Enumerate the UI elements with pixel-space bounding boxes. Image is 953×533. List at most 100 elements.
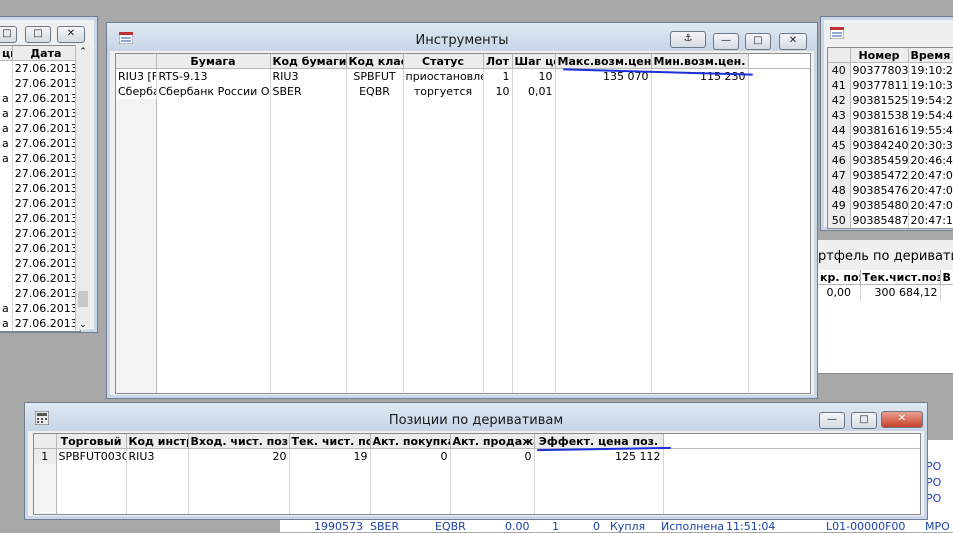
row-number: 43 — [828, 108, 851, 123]
table-row[interactable]: 27.06.2013 — [0, 211, 80, 226]
row-number: 49 — [828, 198, 851, 213]
cell-class: SPBFUT — [346, 68, 404, 84]
cell-buy: 0 — [370, 448, 451, 464]
col-time[interactable]: Время — [908, 48, 953, 63]
scroll-up-icon[interactable]: ⌃ — [76, 45, 90, 59]
left-cell-date: 27.06.2013 — [12, 196, 80, 211]
close-button[interactable]: ✕ — [881, 411, 923, 428]
table-row[interactable]: 42 90381525 19:54:2 — [828, 93, 953, 108]
portfolio-grid: кр. поз Тек.чист.поз В 0,00 300 684,12 — [818, 270, 953, 373]
cell-order-time: 20:47:0 — [908, 183, 953, 198]
table-row[interactable]: 0,00 300 684,12 — [818, 284, 953, 300]
col-status[interactable]: Статус — [403, 54, 484, 69]
col-max-price[interactable]: Макс.возм.цен. — [555, 54, 652, 69]
maximize-button[interactable]: □ — [851, 412, 877, 429]
anchor-button[interactable]: ⚓ — [670, 31, 706, 48]
table-row[interactable]: 43 90381538 19:54:4 — [828, 108, 953, 123]
orders-window: Номер Время 40 90377803 19:10:2 41 90377811 1… — [820, 16, 953, 231]
table-row[interactable]: 45 90384240 20:30:3 — [828, 138, 953, 153]
col-paper-code[interactable]: Код бумаги — [270, 54, 347, 69]
cell-lot: 1 — [483, 68, 513, 84]
table-row[interactable]: 27.06.2013 — [0, 76, 80, 91]
left-cell-partial — [0, 211, 13, 226]
cell-order-time: 19:54:2 — [908, 93, 953, 108]
col-active-buy[interactable]: Акт. покупка — [370, 434, 451, 449]
table-row[interactable]: Сбербан Сбербанк России ОА SBER EQBR тор… — [116, 84, 810, 99]
col-entry-net-pos[interactable]: Вход. чист. поз. — [188, 434, 290, 449]
table-row[interactable]: 46 90385459 20:46:4 — [828, 153, 953, 168]
col-instrument-code[interactable]: Код инстр — [126, 434, 189, 449]
left-cell-date: 27.06.2013 — [12, 91, 80, 106]
table-row[interactable]: 49 90385480 20:47:0 — [828, 198, 953, 213]
cell-first: RIU3 [F] — [116, 68, 157, 84]
table-row[interactable]: 27.06.2013 — [0, 271, 80, 286]
table-row[interactable]: а 27.06.2013 — [0, 91, 80, 106]
table-row[interactable]: а 27.06.2013 — [0, 106, 80, 121]
col-active-sell[interactable]: Акт. продажа — [450, 434, 535, 449]
cell-max — [555, 84, 652, 99]
col-portfolio-b[interactable]: Тек.чист.поз — [860, 270, 941, 285]
table-row[interactable]: 40 90377803 19:10:2 — [828, 62, 953, 78]
table-row[interactable]: 27.06.2013 — [0, 196, 80, 211]
table-row[interactable]: 27.06.2013 — [0, 286, 80, 301]
col-class-code[interactable]: Код клас — [346, 54, 404, 69]
cell-order-time: 19:55:4 — [908, 123, 953, 138]
restore-button-left[interactable]: □ — [0, 26, 17, 43]
table-row[interactable]: 50 90385487 20:47:1 — [828, 213, 953, 228]
table-row[interactable]: а 27.06.2013 — [0, 136, 80, 151]
col-portfolio-c[interactable]: В — [940, 270, 953, 285]
table-row[interactable]: а 27.06.2013 — [0, 151, 80, 166]
left-col-partial[interactable]: ци — [0, 46, 13, 61]
positions-titlebar[interactable]: Позиции по деривативам — □ ✕ — [25, 403, 927, 431]
minimize-button[interactable]: — — [713, 33, 739, 50]
table-row[interactable]: а 27.06.2013 — [0, 316, 80, 331]
col-number[interactable]: Номер — [850, 48, 909, 63]
scroll-down-icon[interactable]: ⌄ — [76, 320, 90, 330]
table-row[interactable]: а 27.06.2013 — [0, 301, 80, 316]
minimize-button[interactable]: — — [819, 412, 845, 429]
table-row[interactable]: 48 90385476 20:47:0 — [828, 183, 953, 198]
orders-grid: Номер Время 40 90377803 19:10:2 41 90377811 1… — [827, 47, 953, 229]
table-row[interactable]: 47 90385472 20:47:0 — [828, 168, 953, 183]
table-row[interactable]: 27.06.2013 — [0, 60, 80, 76]
left-cell-partial — [0, 181, 13, 196]
cell-order-number: 90381616 — [850, 123, 909, 138]
table-row[interactable]: 27.06.2013 — [0, 181, 80, 196]
col-portfolio-a[interactable]: кр. поз — [818, 270, 861, 285]
table-row[interactable]: 44 90381616 19:55:4 — [828, 123, 953, 138]
table-row[interactable]: RIU3 [F] RTS-9.13 RIU3 SPBFUT приостанов… — [116, 68, 810, 84]
left-scrollbar[interactable]: ⌃ ⌄ — [75, 45, 90, 330]
cell-min — [651, 84, 749, 99]
cell-order-number: 90381538 — [850, 108, 909, 123]
table-row[interactable]: 1 SPBFUT003C RIU3 20 19 0 0 125 112 — [34, 448, 920, 464]
scroll-thumb[interactable] — [78, 291, 88, 307]
col-trading-account[interactable]: Торговый — [56, 434, 127, 449]
table-row[interactable]: 27.06.2013 — [0, 166, 80, 181]
cell-order-time: 20:47:0 — [908, 168, 953, 183]
left-cell-date: 27.06.2013 — [12, 181, 80, 196]
instruments-titlebar[interactable]: Инструменты ⚓ — □ ✕ — [107, 23, 817, 51]
left-cell-date: 27.06.2013 — [12, 136, 80, 151]
close-button-left[interactable]: ✕ — [57, 26, 85, 43]
col-current-net-pos[interactable]: Тек. чист. по — [289, 434, 371, 449]
maximize-button[interactable]: □ — [745, 33, 771, 50]
col-lot[interactable]: Лот — [483, 54, 513, 69]
col-min-price[interactable]: Мин.возм.цен. — [651, 54, 749, 69]
cell-status: торгуется — [403, 84, 484, 99]
col-first[interactable] — [116, 54, 157, 69]
table-row[interactable]: 27.06.2013 — [0, 256, 80, 271]
left-cell-date: 27.06.2013 — [12, 211, 80, 226]
table-row[interactable]: 27.06.2013 — [0, 226, 80, 241]
col-paper[interactable]: Бумага — [156, 54, 271, 69]
table-row[interactable]: а 27.06.2013 — [0, 121, 80, 136]
table-row[interactable]: 41 90377811 19:10:3 — [828, 78, 953, 93]
left-cell-date: 27.06.2013 — [12, 286, 80, 301]
left-col-date[interactable]: Дата — [12, 46, 80, 61]
col-step[interactable]: Шаг це — [512, 54, 556, 69]
close-button[interactable]: ✕ — [779, 33, 807, 50]
left-cell-partial — [0, 286, 13, 301]
cell-order-time: 20:47:1 — [908, 213, 953, 228]
table-row[interactable]: 27.06.2013 — [0, 241, 80, 256]
row-number: 41 — [828, 78, 851, 93]
restore-button-left-2[interactable]: □ — [25, 26, 51, 43]
